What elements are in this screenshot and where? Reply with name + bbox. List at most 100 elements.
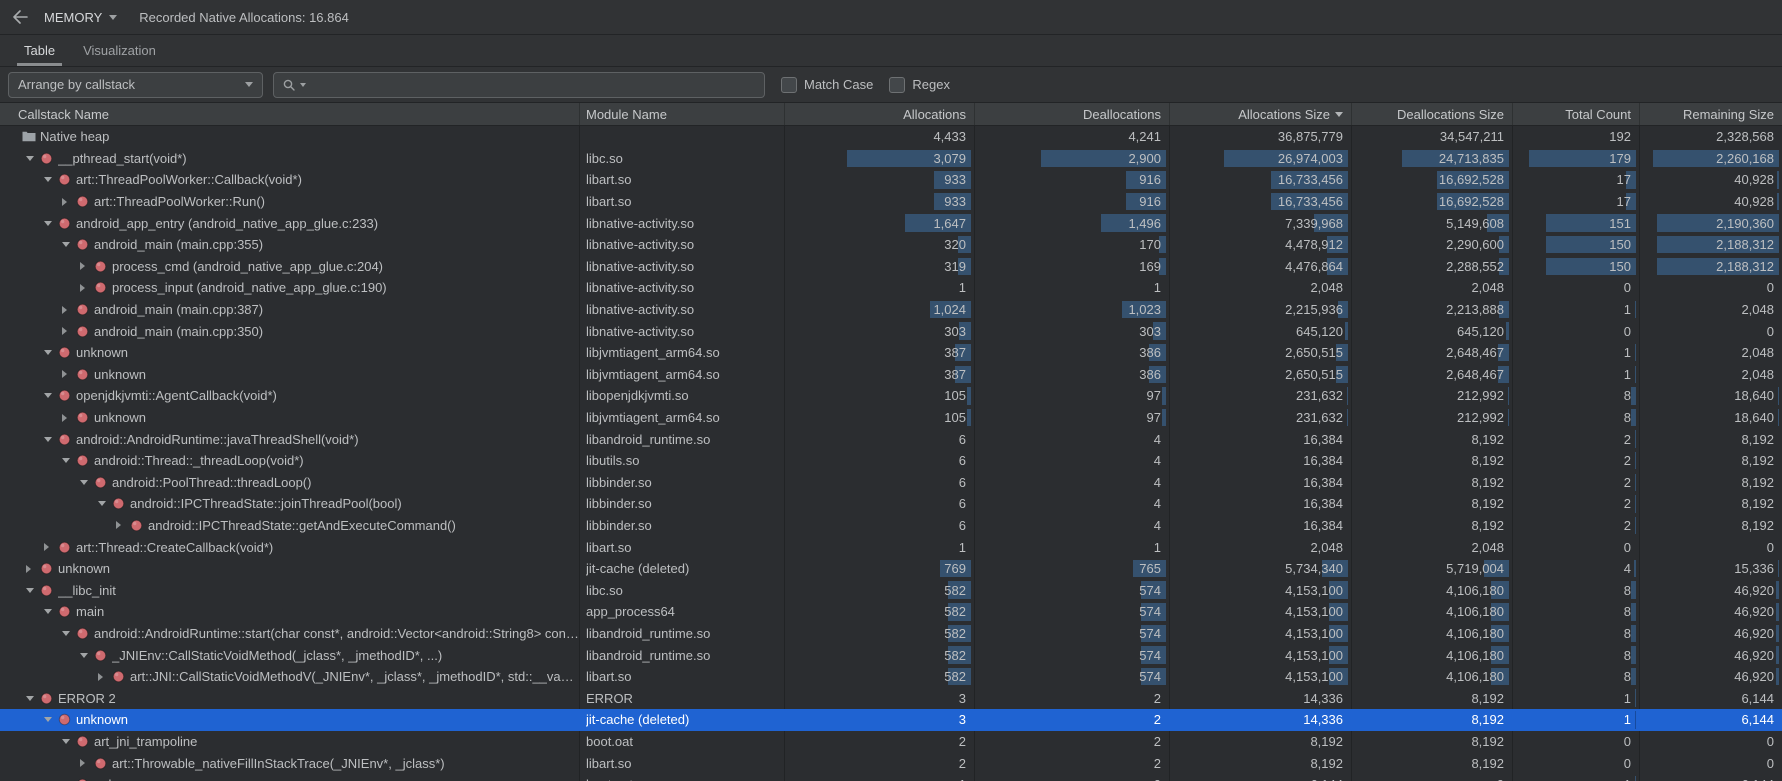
tab-visualization[interactable]: Visualization	[69, 35, 170, 66]
module-name: libnative-activity.so	[586, 259, 694, 274]
column-header-total-count[interactable]: Total Count	[1513, 103, 1640, 125]
table-row[interactable]: unknownlibjvmtiagent_arm64.so10597231,63…	[0, 407, 1782, 429]
table-row[interactable]: android::IPCThreadState::joinThreadPool(…	[0, 493, 1782, 515]
cell-value: 2,048	[1741, 345, 1774, 360]
module-name: libandroid_runtime.so	[586, 432, 710, 447]
column-header-callstack-name[interactable]: Callstack Name	[0, 103, 580, 125]
column-header-allocations[interactable]: Allocations	[785, 103, 975, 125]
table-row[interactable]: unknownboot.oat106,144016,144	[0, 774, 1782, 781]
value-bar	[1347, 409, 1348, 427]
collapse-arrow-icon[interactable]	[62, 458, 76, 463]
table-row[interactable]: unknownlibjvmtiagent_arm64.so3873862,650…	[0, 364, 1782, 386]
collapse-arrow-icon[interactable]	[98, 501, 112, 506]
table-row[interactable]: android::PoolThread::threadLoop()libbind…	[0, 472, 1782, 494]
expand-arrow-icon[interactable]	[44, 543, 58, 551]
arrange-by-dropdown[interactable]: Arrange by callstack	[8, 72, 263, 98]
column-header-deallocations[interactable]: Deallocations	[975, 103, 1170, 125]
table-row[interactable]: __libc_initlibc.so5825744,153,1004,106,1…	[0, 579, 1782, 601]
collapse-arrow-icon[interactable]	[44, 609, 58, 614]
table-row[interactable]: art::Thread::CreateCallback(void*)libart…	[0, 536, 1782, 558]
tab-table[interactable]: Table	[10, 35, 69, 66]
table-row[interactable]: unknownjit-cache (deleted)3214,3368,1921…	[0, 709, 1782, 731]
table-row[interactable]: android::Thread::_threadLoop(void*)libut…	[0, 450, 1782, 472]
collapse-arrow-icon[interactable]	[44, 350, 58, 355]
allocation-method-icon	[40, 692, 58, 705]
table-row[interactable]: Native heap4,4334,24136,875,77934,547,21…	[0, 126, 1782, 148]
checkbox-box[interactable]	[781, 77, 797, 93]
collapse-arrow-icon[interactable]	[26, 156, 40, 161]
collapse-arrow-icon[interactable]	[44, 393, 58, 398]
collapse-arrow-icon[interactable]	[80, 480, 94, 485]
collapse-arrow-icon[interactable]	[62, 242, 76, 247]
cell-value: 8,192	[1310, 756, 1343, 771]
search-field[interactable]	[273, 72, 765, 98]
collapse-arrow-icon[interactable]	[44, 717, 58, 722]
column-header-allocations-size[interactable]: Allocations Size	[1170, 103, 1352, 125]
table-row[interactable]: process_cmd (android_native_app_glue.c:2…	[0, 256, 1782, 278]
memory-session-dropdown[interactable]: MEMORY	[44, 10, 117, 25]
collapse-arrow-icon[interactable]	[62, 739, 76, 744]
module-name: libart.so	[586, 756, 632, 771]
cell-value: 4,106,180	[1446, 669, 1504, 684]
table-row[interactable]: art::ThreadPoolWorker::Callback(void*)li…	[0, 169, 1782, 191]
expand-arrow-icon[interactable]	[62, 327, 76, 335]
cell-value: 2	[1154, 712, 1161, 727]
module-name: libandroid_runtime.so	[586, 648, 710, 663]
table-row[interactable]: art_jni_trampolineboot.oat228,1928,19200	[0, 731, 1782, 753]
value-bar	[1631, 409, 1636, 427]
table-row[interactable]: art::JNI::CallStaticVoidMethodV(_JNIEnv*…	[0, 666, 1782, 688]
value-bar	[1776, 646, 1779, 664]
table-row[interactable]: android::AndroidRuntime::start(char cons…	[0, 623, 1782, 645]
back-arrow-icon[interactable]	[12, 10, 32, 24]
table-row[interactable]: art::ThreadPoolWorker::Run()libart.so933…	[0, 191, 1782, 213]
value-bar	[1776, 668, 1779, 686]
cell-value: 0	[1767, 734, 1774, 749]
cell-value: 2,190,360	[1716, 216, 1774, 231]
column-header-deallocations-size[interactable]: Deallocations Size	[1352, 103, 1513, 125]
table-row[interactable]: openjdkjvmti::AgentCallback(void*)libope…	[0, 385, 1782, 407]
expand-arrow-icon[interactable]	[62, 370, 76, 378]
table-row[interactable]: process_input (android_native_app_glue.c…	[0, 277, 1782, 299]
expand-arrow-icon[interactable]	[80, 759, 94, 767]
table-row[interactable]: mainapp_process645825744,153,1004,106,18…	[0, 601, 1782, 623]
collapse-arrow-icon[interactable]	[44, 437, 58, 442]
expand-arrow-icon[interactable]	[62, 198, 76, 206]
table-row[interactable]: art::Throwable_nativeFillInStackTrace(_J…	[0, 752, 1782, 774]
collapse-arrow-icon[interactable]	[26, 588, 40, 593]
collapse-arrow-icon[interactable]	[44, 221, 58, 226]
search-history-chevron-icon[interactable]	[300, 83, 306, 87]
table-row[interactable]: __pthread_start(void*)libc.so3,0792,9002…	[0, 148, 1782, 170]
expand-arrow-icon[interactable]	[80, 284, 94, 292]
expand-arrow-icon[interactable]	[80, 262, 94, 270]
table-row[interactable]: unknownjit-cache (deleted)7697655,734,34…	[0, 558, 1782, 580]
table-row[interactable]: android::IPCThreadState::getAndExecuteCo…	[0, 515, 1782, 537]
cell-value: 8,192	[1471, 475, 1504, 490]
table-row[interactable]: android_main (main.cpp:387)libnative-act…	[0, 299, 1782, 321]
expand-arrow-icon[interactable]	[26, 565, 40, 573]
expand-arrow-icon[interactable]	[98, 673, 112, 681]
regex-checkbox[interactable]: Regex	[889, 77, 950, 93]
expand-arrow-icon[interactable]	[62, 414, 76, 422]
table-row[interactable]: _JNIEnv::CallStaticVoidMethod(_jclass*, …	[0, 644, 1782, 666]
collapse-arrow-icon[interactable]	[62, 631, 76, 636]
table-row[interactable]: android::AndroidRuntime::javaThreadShell…	[0, 428, 1782, 450]
module-name: libutils.so	[586, 453, 639, 468]
collapse-arrow-icon[interactable]	[44, 177, 58, 182]
expand-arrow-icon[interactable]	[116, 521, 130, 529]
cell-value: 4	[1154, 475, 1161, 490]
column-header-module-name[interactable]: Module Name	[580, 103, 785, 125]
table-row[interactable]: ERROR 2ERROR3214,3368,19216,144	[0, 687, 1782, 709]
match-case-checkbox[interactable]: Match Case	[781, 77, 873, 93]
collapse-arrow-icon[interactable]	[26, 696, 40, 701]
column-header-remaining-size[interactable]: Remaining Size	[1640, 103, 1782, 125]
table-row[interactable]: android_main (main.cpp:350)libnative-act…	[0, 320, 1782, 342]
table-row[interactable]: android_app_entry (android_native_app_gl…	[0, 212, 1782, 234]
checkbox-box[interactable]	[889, 77, 905, 93]
search-input[interactable]	[310, 76, 756, 93]
cell-value: 2	[1624, 496, 1631, 511]
search-icon[interactable]	[282, 78, 296, 92]
table-row[interactable]: unknownlibjvmtiagent_arm64.so3873862,650…	[0, 342, 1782, 364]
collapse-arrow-icon[interactable]	[80, 653, 94, 658]
expand-arrow-icon[interactable]	[62, 306, 76, 314]
table-row[interactable]: android_main (main.cpp:355)libnative-act…	[0, 234, 1782, 256]
